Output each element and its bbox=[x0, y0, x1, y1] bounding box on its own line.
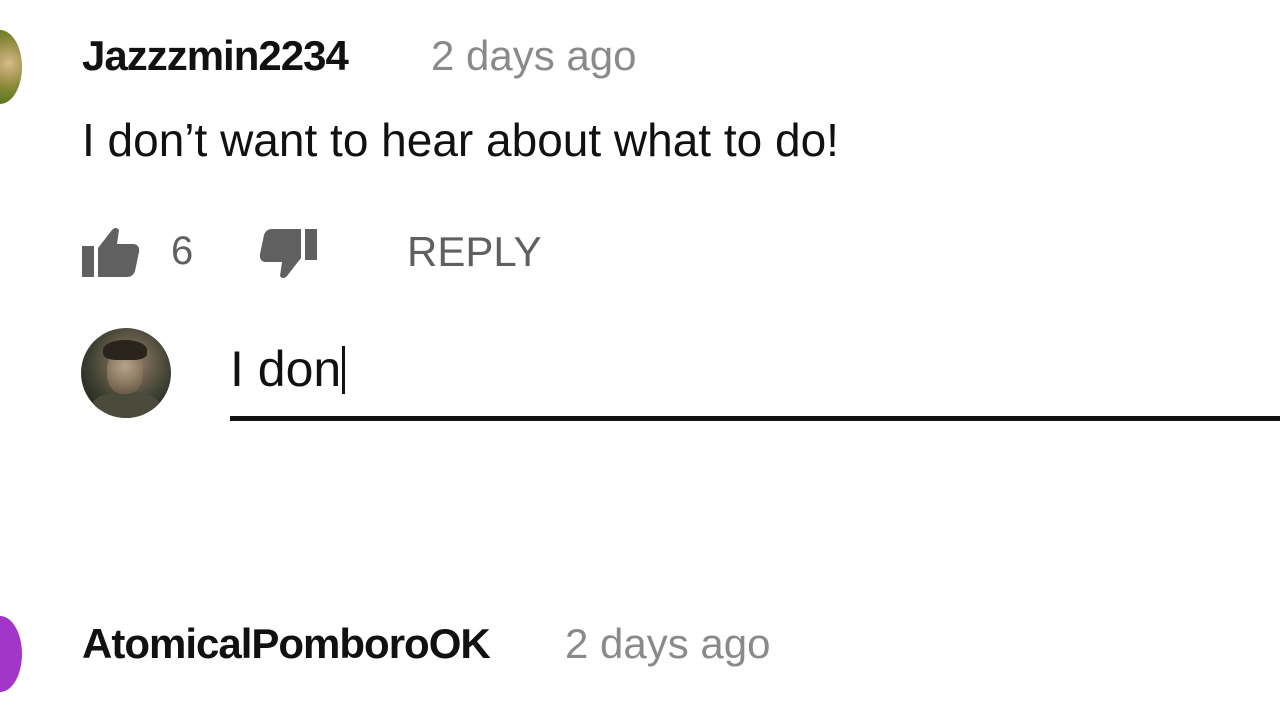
reply-input-field[interactable]: I don bbox=[230, 334, 1280, 424]
thumbs-up-icon[interactable] bbox=[82, 226, 140, 278]
like-count: 6 bbox=[171, 229, 194, 273]
comment-timestamp[interactable]: 2 days ago bbox=[431, 35, 637, 77]
reply-input-value: I don bbox=[230, 341, 342, 397]
text-caret bbox=[342, 346, 346, 394]
comments-section: Jazzzmin2234 2 days ago I don’t want to … bbox=[0, 0, 1280, 720]
comment-text: I don’t want to hear about what to do! bbox=[82, 114, 839, 166]
comment-author[interactable]: Jazzzmin2234 bbox=[82, 35, 349, 77]
reply-input-underline bbox=[230, 416, 1280, 421]
commenter-avatar[interactable] bbox=[0, 616, 22, 692]
user-avatar bbox=[81, 328, 171, 418]
comment-author[interactable]: AtomicalPomboroOK bbox=[82, 623, 491, 665]
reply-button[interactable]: REPLY bbox=[407, 231, 542, 273]
commenter-avatar[interactable] bbox=[0, 30, 22, 104]
thumbs-down-icon[interactable] bbox=[259, 228, 317, 280]
comment-timestamp[interactable]: 2 days ago bbox=[565, 623, 771, 665]
reply-input[interactable]: I don bbox=[230, 341, 346, 397]
